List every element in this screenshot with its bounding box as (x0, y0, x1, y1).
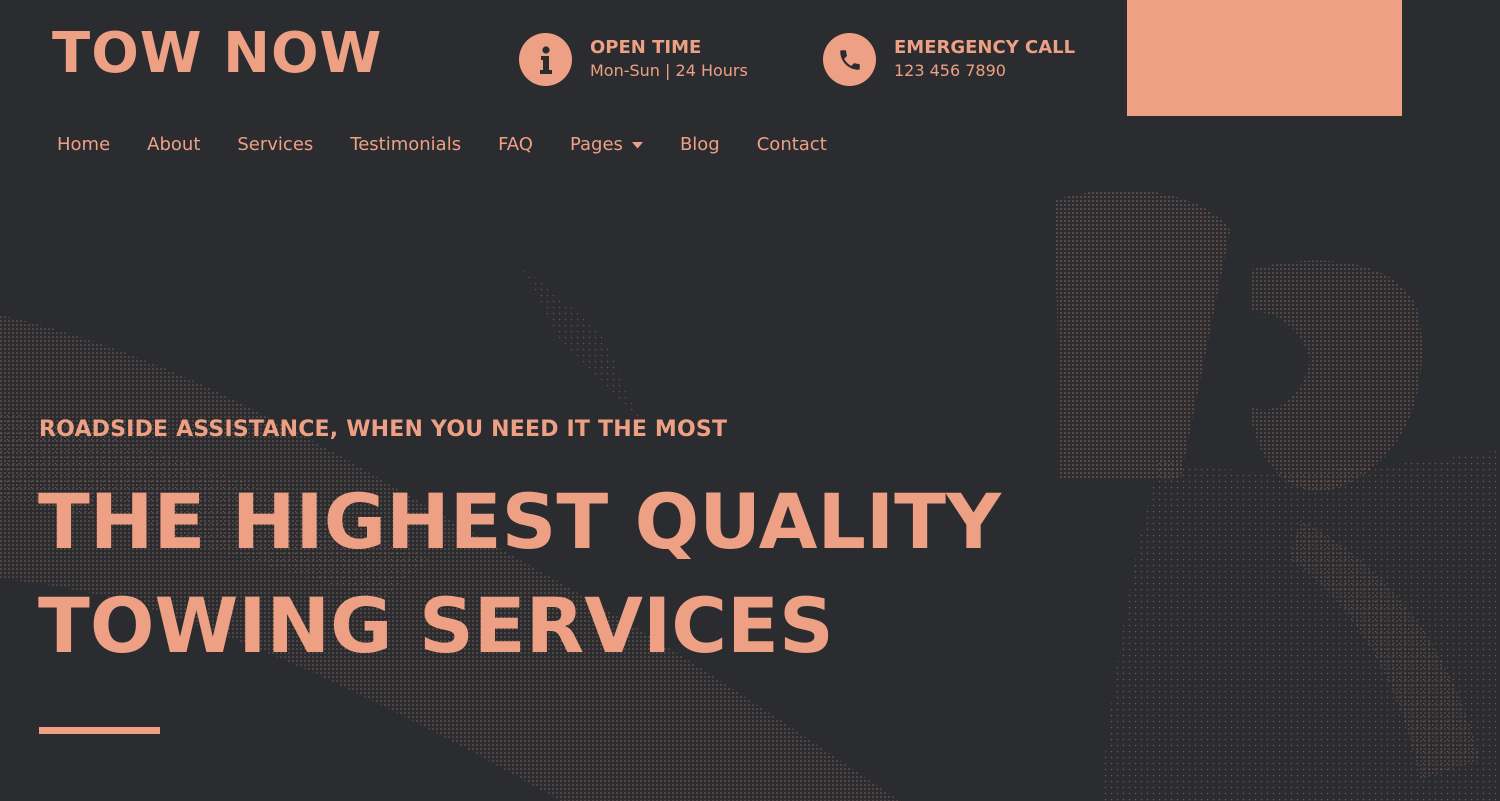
nav-item-label: Pages (569, 134, 623, 155)
emergency-call-info[interactable]: EMERGENCY CALL 123 456 7890 (823, 33, 1075, 86)
open-time-info: OPEN TIME Mon-Sun | 24 Hours (519, 33, 748, 86)
hero-background-image (0, 190, 1500, 801)
hero-headline: THE HIGHEST QUALITY TOWING SERVICES (38, 470, 1001, 678)
nav-item-testimonials[interactable]: Testimonials (350, 133, 461, 157)
nav-item-pages[interactable]: Pages (570, 133, 643, 157)
header-cta-button[interactable] (1127, 0, 1402, 116)
hero-eyebrow: ROADSIDE ASSISTANCE, WHEN YOU NEED IT TH… (39, 417, 728, 442)
phone-icon (823, 33, 876, 86)
nav-item-services[interactable]: Services (237, 133, 313, 157)
open-time-title: OPEN TIME (590, 36, 702, 58)
accent-divider (39, 727, 160, 734)
nav-item-home[interactable]: Home (57, 133, 110, 157)
nav-item-blog[interactable]: Blog (680, 133, 720, 157)
nav-item-label: Home (57, 134, 111, 155)
emergency-call-title: EMERGENCY CALL (894, 36, 1076, 58)
open-time-hours: Mon-Sun | 24 Hours (590, 61, 748, 81)
nav-item-contact[interactable]: Contact (757, 133, 827, 157)
hero-headline-line-2: TOWING SERVICES (38, 581, 834, 670)
caret-down-icon (631, 141, 643, 149)
nav-item-label: Services (237, 134, 314, 155)
hero-headline-line-1: THE HIGHEST QUALITY (38, 477, 1002, 566)
nav-item-faq[interactable]: FAQ (498, 133, 533, 157)
nav-item-label: Testimonials (350, 134, 462, 155)
nav-item-label: About (147, 134, 201, 155)
emergency-phone-number[interactable]: 123 456 7890 (894, 60, 1075, 82)
nav-item-label: Blog (679, 134, 720, 155)
main-nav: Home About Services Testimonials FAQ Pag… (57, 133, 864, 157)
info-icon (519, 33, 572, 86)
nav-item-label: FAQ (498, 134, 533, 155)
nav-item-about[interactable]: About (147, 133, 200, 157)
page: TOW NOW OPEN TIME Mon-Sun | 24 Hours EME… (0, 0, 1500, 801)
logo[interactable]: TOW NOW (52, 26, 382, 82)
nav-item-label: Contact (756, 134, 827, 155)
